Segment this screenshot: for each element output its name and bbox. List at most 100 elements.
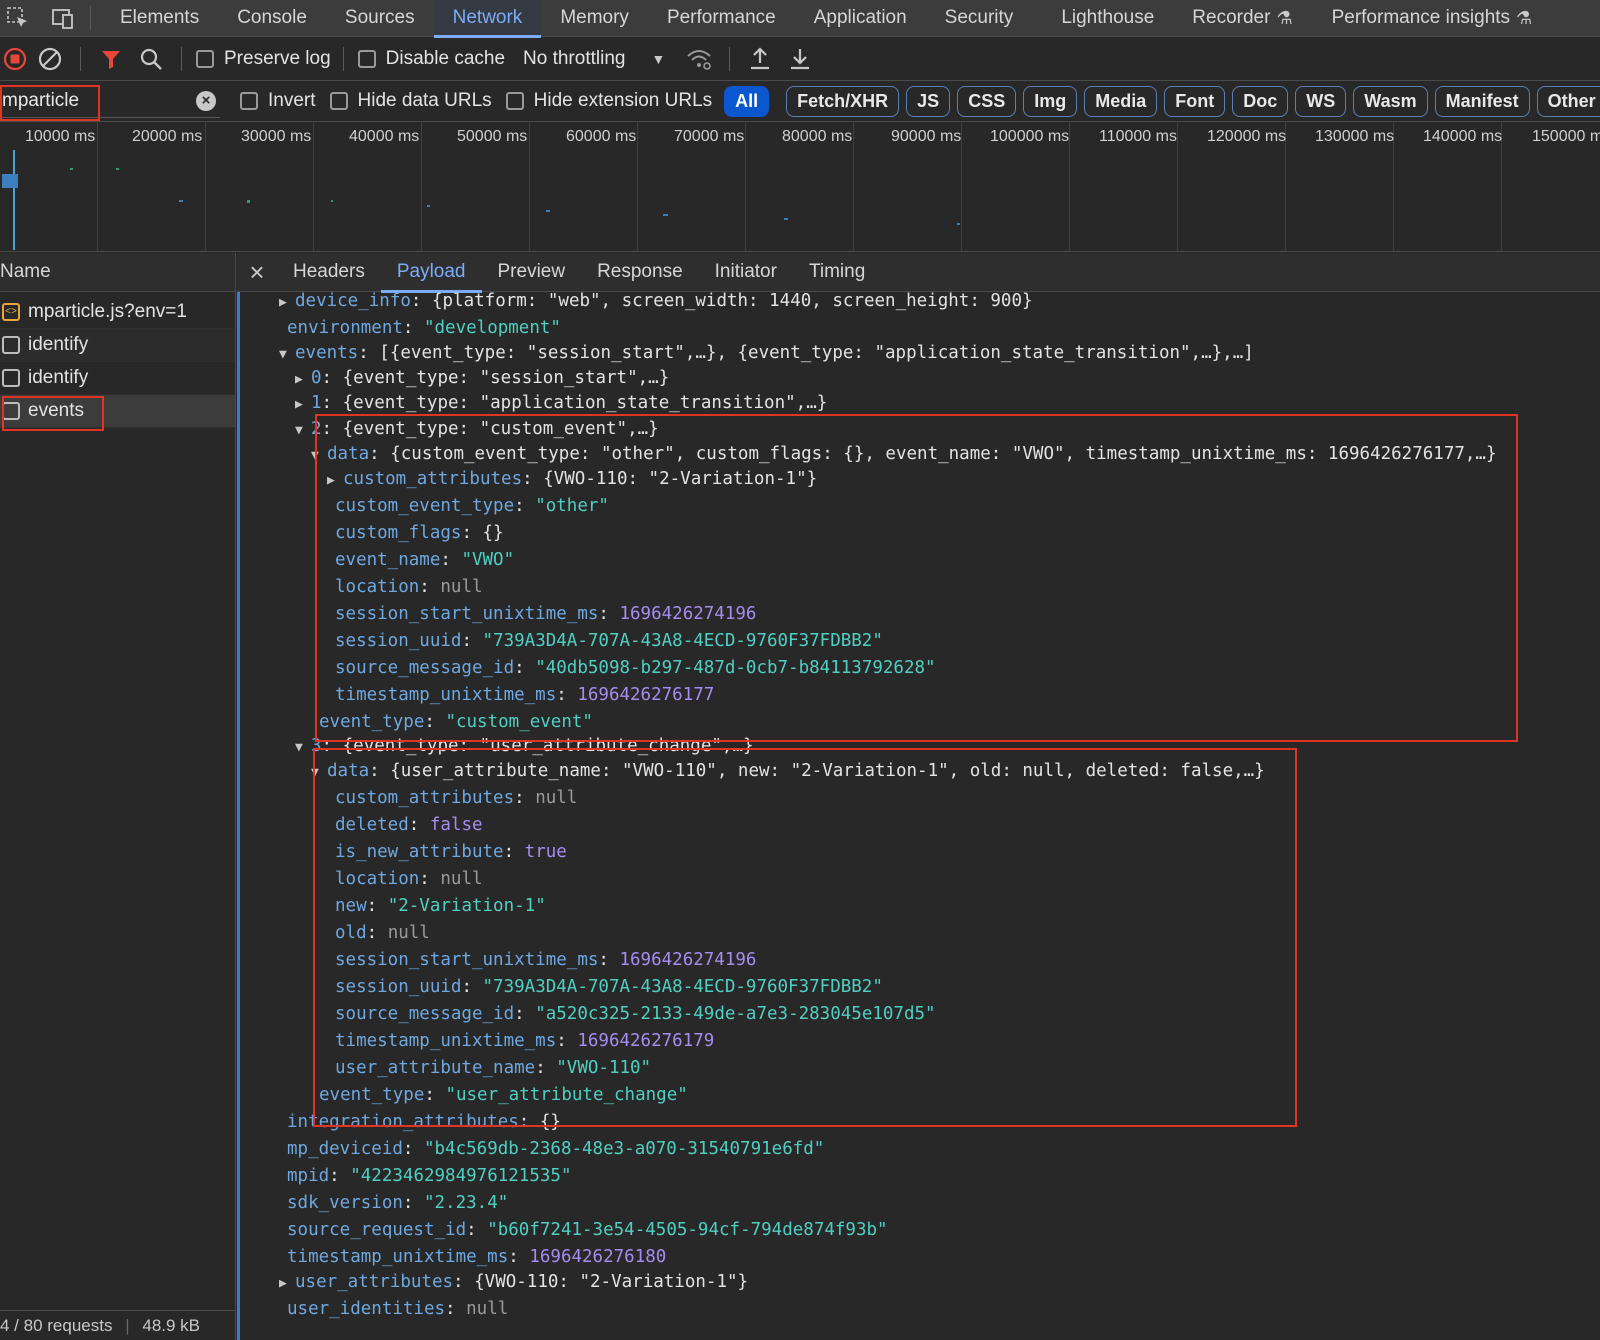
export-har-icon[interactable] <box>780 39 820 79</box>
name-column-header[interactable]: Name <box>0 253 235 292</box>
type-filter-all[interactable]: All <box>724 85 770 117</box>
request-row[interactable]: identify <box>0 362 235 395</box>
chevron-down-icon: ▼ <box>651 51 666 67</box>
close-icon[interactable]: × <box>237 257 277 288</box>
request-row[interactable]: identify <box>0 329 235 362</box>
network-conditions-icon[interactable] <box>679 39 719 79</box>
request-count: 4 / 80 requests <box>0 1316 113 1335</box>
checkbox-box <box>240 92 258 110</box>
tab-elements[interactable]: Elements <box>101 0 218 37</box>
timeline-request-bar <box>179 200 183 202</box>
hide-extension-urls-checkbox[interactable]: Hide extension URLs <box>505 90 712 112</box>
tab-initiator[interactable]: Initiator <box>699 253 793 292</box>
divider: | <box>125 1316 130 1335</box>
type-filter-js[interactable]: JS <box>906 85 951 117</box>
tab-application[interactable]: Application <box>795 0 926 37</box>
payload-key: device_info <box>295 292 411 311</box>
tab-lighthouse[interactable]: Lighthouse <box>1042 0 1173 37</box>
clear-button[interactable] <box>30 39 70 79</box>
checkbox-box <box>357 50 376 68</box>
tree-node[interactable]: ▶ 0: {event_type: "session_start",…} <box>295 365 669 392</box>
tab-recorder[interactable]: Recorder <box>1173 0 1276 37</box>
tree-node[interactable]: ▶ user_attributes: {VWO-110: "2-Variation… <box>279 1269 748 1296</box>
tab-timing[interactable]: Timing <box>793 253 881 292</box>
type-filter-ws[interactable]: WS <box>1295 85 1347 117</box>
timeline-label: 10000 ms <box>25 128 96 145</box>
request-name: mparticle.js?env=1 <box>28 301 187 322</box>
timeline-gridline <box>1177 122 1178 251</box>
type-filter-font[interactable]: Font <box>1164 85 1226 117</box>
filter-icon[interactable] <box>91 39 131 79</box>
import-har-icon[interactable] <box>740 39 780 79</box>
type-filter-other[interactable]: Other <box>1536 85 1600 117</box>
checkbox-box <box>329 92 348 110</box>
payload-key: timestamp_unixtime_ms <box>287 1247 509 1267</box>
type-filter-wasm[interactable]: Wasm <box>1353 85 1428 117</box>
preserve-log-checkbox[interactable]: Preserve log <box>196 48 331 70</box>
script-file-icon: <> <box>2 303 20 321</box>
timeline-request-bar <box>70 168 73 170</box>
type-filter-media[interactable]: Media <box>1084 85 1158 117</box>
type-filter-fetch-xhr[interactable]: Fetch/XHR <box>786 85 900 117</box>
payload-value: null <box>466 1299 509 1319</box>
payload-key: 0 <box>311 368 322 388</box>
tab-performance[interactable]: Performance <box>648 0 795 37</box>
type-filter-img[interactable]: Img <box>1023 85 1078 117</box>
timeline-label: 70000 ms <box>674 128 745 145</box>
timeline-label: 80000 ms <box>782 128 853 145</box>
type-filter-doc[interactable]: Doc <box>1232 85 1289 117</box>
tab-response[interactable]: Response <box>581 253 699 292</box>
timeline-label: 140000 ms <box>1423 128 1503 145</box>
tab-sources[interactable]: Sources <box>326 0 434 37</box>
tab-console[interactable]: Console <box>218 0 326 37</box>
tab-security[interactable]: Security <box>926 0 1033 37</box>
timeline-label: 30000 ms <box>241 128 312 145</box>
timeline-label: 40000 ms <box>349 128 420 145</box>
divider <box>90 6 91 30</box>
invert-checkbox[interactable]: Invert <box>240 90 316 112</box>
timeline-label: 130000 ms <box>1315 128 1395 145</box>
tab-memory[interactable]: Memory <box>541 0 648 37</box>
timeline-request-bar <box>957 223 960 225</box>
tab-payload[interactable]: Payload <box>380 253 482 293</box>
devtools-tab-bar: Elements Console Sources Network Memory … <box>0 0 1600 38</box>
payload-value: "b60f7241-3e54-4505-94cf-794de874f93b" <box>487 1220 888 1240</box>
payload-value: {event_type: "application_state_transiti… <box>342 393 828 413</box>
timeline-request-bar <box>247 200 250 203</box>
clear-filter-icon[interactable]: × <box>196 90 216 111</box>
disable-cache-label: Disable cache <box>385 48 506 69</box>
throttling-value: No throttling <box>523 48 626 69</box>
disable-cache-checkbox[interactable]: Disable cache <box>357 48 506 70</box>
expand-arrow-icon: ▶ <box>295 397 303 412</box>
throttling-select[interactable]: No throttling ▼ <box>523 48 665 70</box>
type-filter-css[interactable]: CSS <box>957 85 1017 117</box>
inspect-element-icon[interactable] <box>0 0 36 36</box>
payload-value: "4223462984976121535" <box>350 1166 572 1186</box>
tab-performance-insights[interactable]: Performance insights <box>1313 0 1516 37</box>
tab-headers[interactable]: Headers <box>277 253 381 292</box>
tree-node[interactable]: ▶ device_info: {platform: "web", screen_w… <box>279 292 1033 315</box>
hide-data-urls-checkbox[interactable]: Hide data URLs <box>329 90 492 112</box>
tree-node: sdk_version: "2.23.4" <box>287 1193 509 1213</box>
divider <box>181 47 182 71</box>
payload-key: mpid <box>287 1166 330 1186</box>
payload-value: [{event_type: "session_start",…}, {event… <box>379 343 1254 363</box>
checkbox-box <box>196 50 214 68</box>
device-toolbar-icon[interactable] <box>44 0 80 36</box>
status-bar: 4 / 80 requests | 48.9 kB <box>0 1310 236 1340</box>
request-row[interactable]: <> mparticle.js?env=1 <box>0 296 235 329</box>
search-icon[interactable] <box>131 39 171 79</box>
tree-node[interactable]: ▶ 1: {event_type: "application_state_tran… <box>295 390 827 417</box>
tree-node: mpid: "4223462984976121535" <box>287 1166 572 1186</box>
timeline-overview[interactable]: 10000 ms 20000 ms 30000 ms 40000 ms 5000… <box>0 122 1600 252</box>
tree-node[interactable]: ▼ events: [{event_type: "session_start",…… <box>279 340 1254 367</box>
stop-recording-button[interactable] <box>0 39 30 79</box>
timeline-request-bar <box>116 168 119 170</box>
type-filter-manifest[interactable]: Manifest <box>1434 85 1530 117</box>
timeline-label: 110000 ms <box>1099 128 1177 145</box>
tab-preview[interactable]: Preview <box>482 253 582 292</box>
timeline-request-bar <box>784 218 788 220</box>
timeline-gridline <box>97 122 98 251</box>
tab-network[interactable]: Network <box>433 0 542 38</box>
expand-arrow-icon: ▶ <box>295 372 303 387</box>
